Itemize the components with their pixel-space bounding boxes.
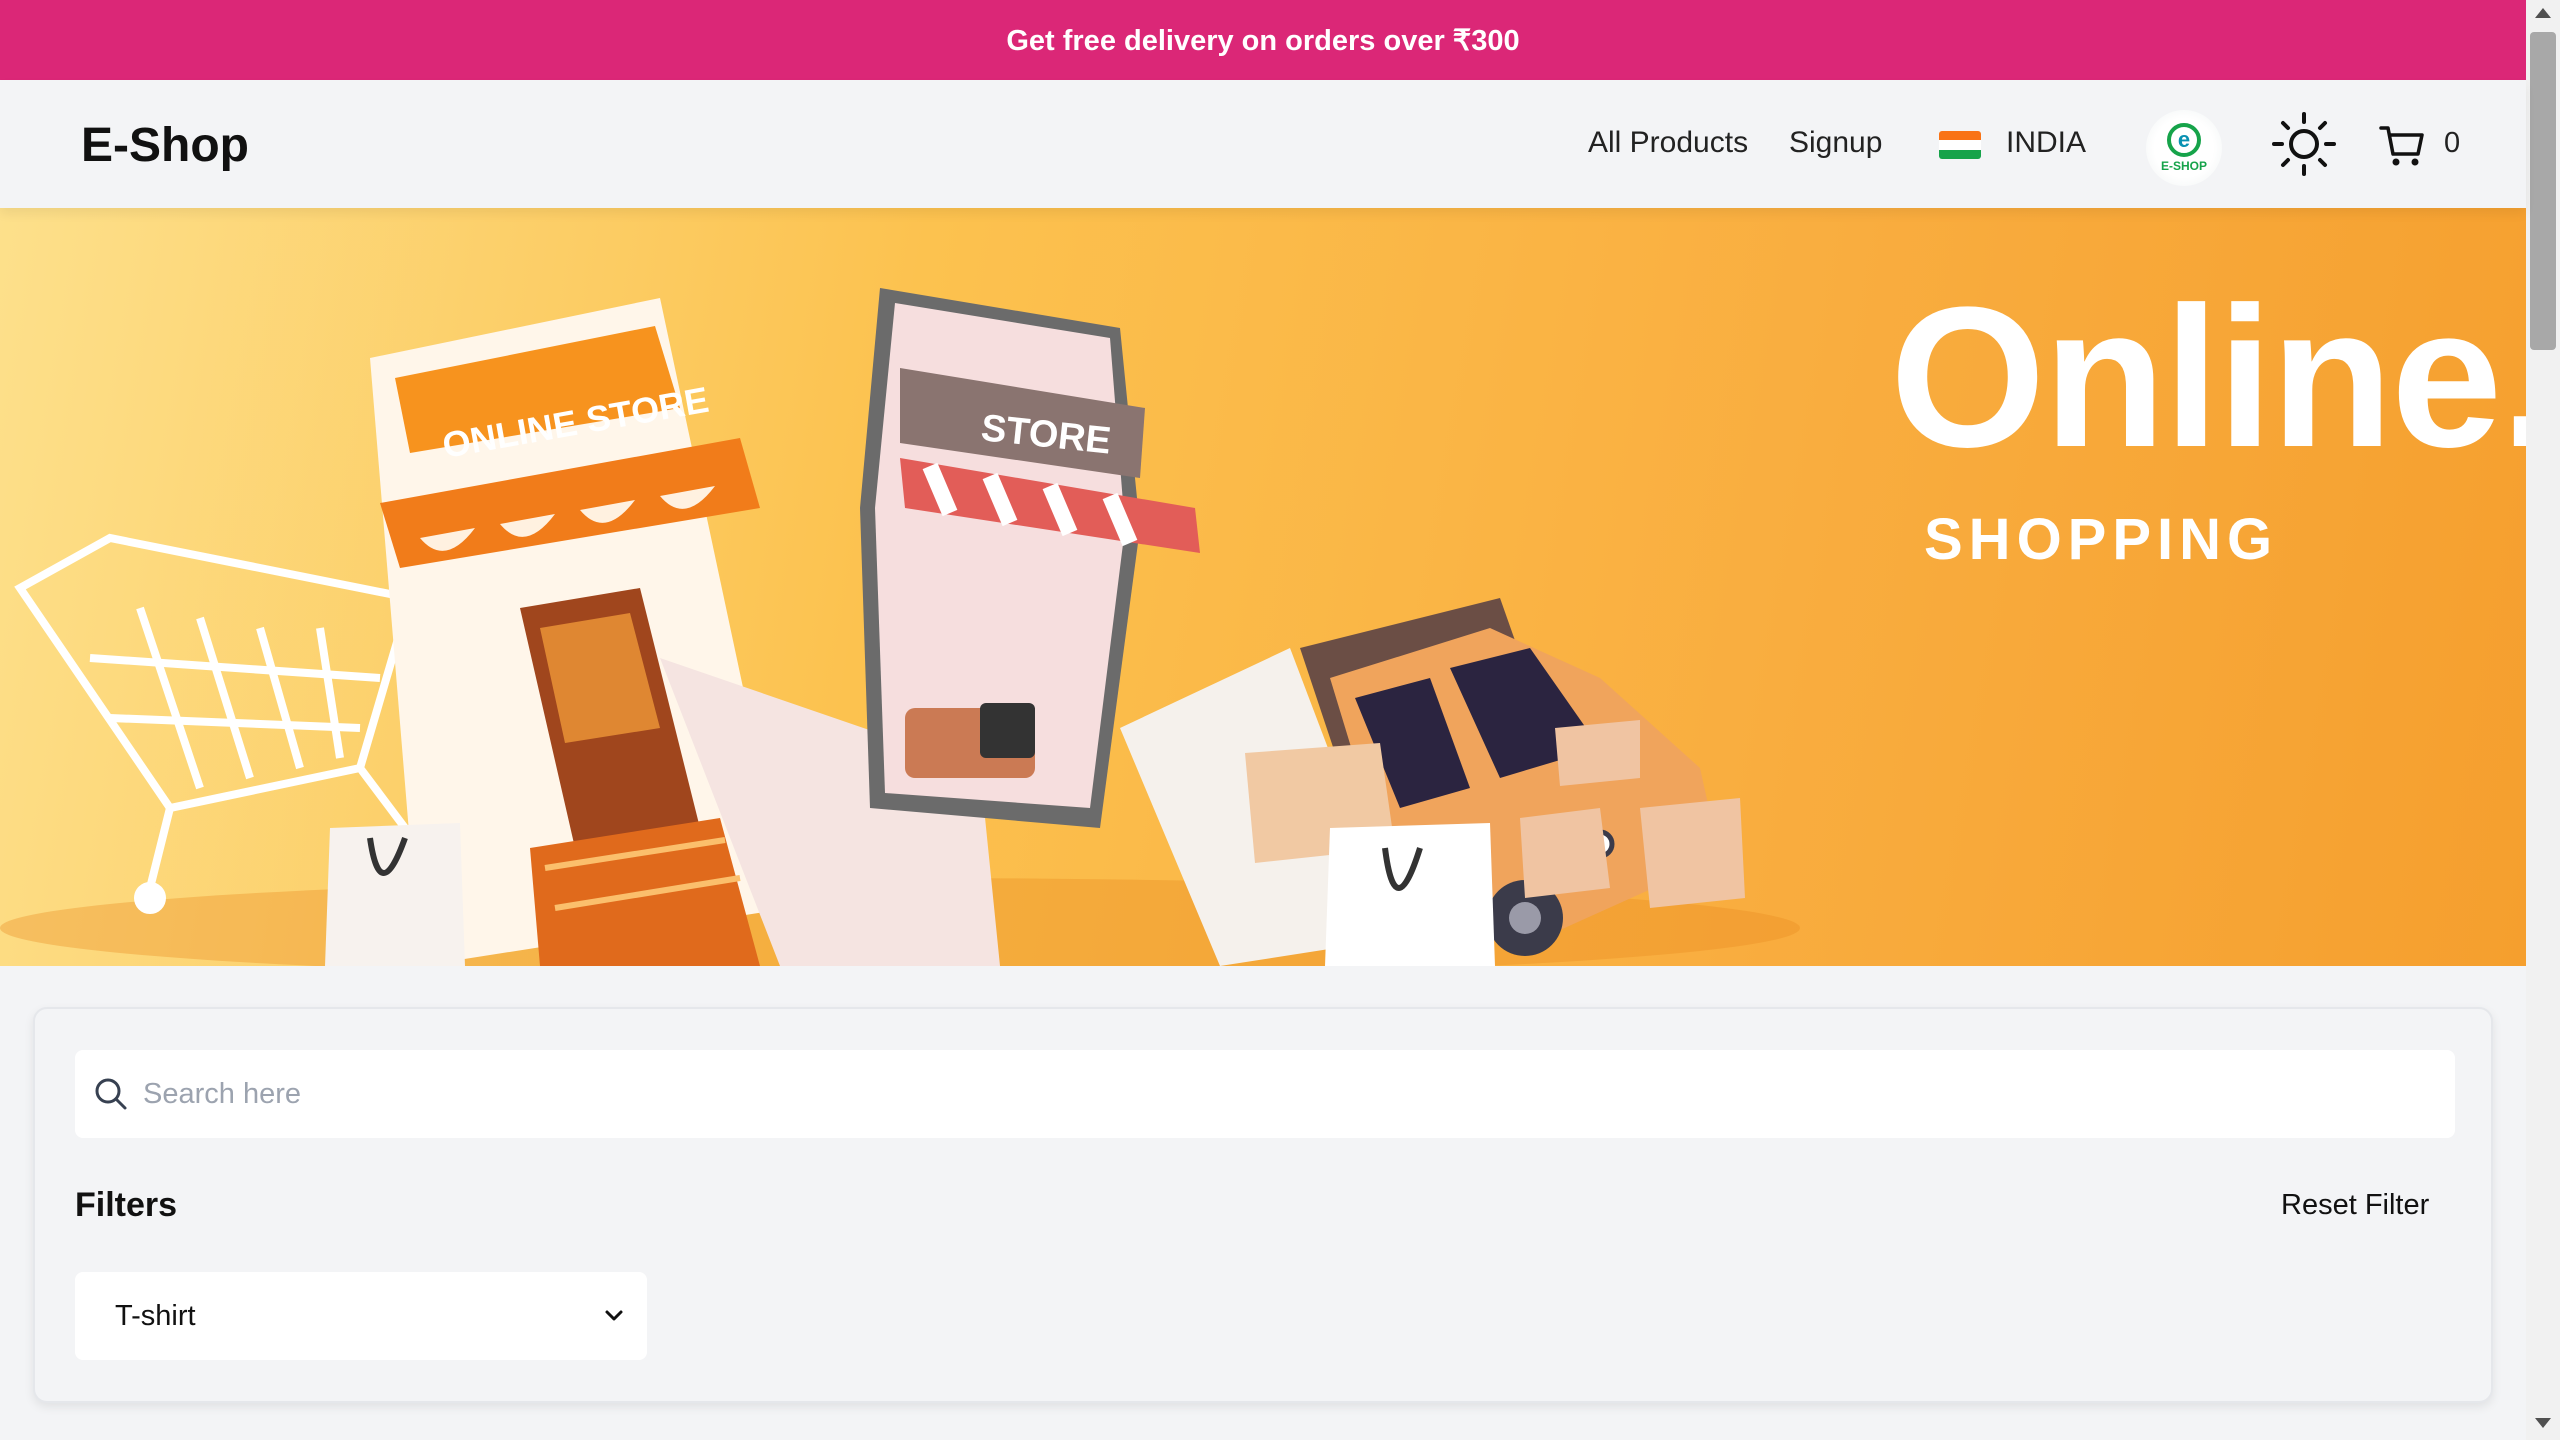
scroll-thumb[interactable] xyxy=(2530,32,2556,350)
category-select[interactable]: T-shirt xyxy=(75,1272,647,1360)
scroll-up-arrow-icon[interactable] xyxy=(2535,8,2551,18)
sun-icon[interactable] xyxy=(2270,110,2338,178)
scroll-down-arrow-icon[interactable] xyxy=(2535,1418,2551,1428)
hero-banner: ONLINE STORE STORE Online. SHOPPING xyxy=(0,208,2526,966)
filters-heading: Filters xyxy=(75,1186,178,1224)
search-icon xyxy=(95,1078,127,1110)
badge-letter: e xyxy=(2167,123,2201,157)
category-selected-value: T-shirt xyxy=(115,1300,196,1332)
cart-count[interactable]: 0 xyxy=(2444,127,2460,160)
country-selector[interactable]: INDIA xyxy=(2006,126,2086,160)
nav-all-products[interactable]: All Products xyxy=(1588,126,1748,160)
page-scrollbar[interactable] xyxy=(2526,0,2560,1440)
eshop-badge-icon[interactable]: e E-SHOP xyxy=(2146,110,2222,186)
india-flag-icon[interactable] xyxy=(1939,131,1981,159)
cart-icon[interactable] xyxy=(2378,122,2426,170)
nav-signup[interactable]: Signup xyxy=(1789,126,1882,160)
search-input[interactable] xyxy=(143,1050,2433,1138)
promo-text: Get free delivery on orders over ₹300 xyxy=(1006,24,1520,57)
search-box[interactable] xyxy=(75,1050,2455,1138)
site-header: E-Shop All Products Signup INDIA e E-SHO… xyxy=(0,80,2526,208)
badge-text: E-SHOP xyxy=(2160,159,2207,173)
hero-subtitle: SHOPPING xyxy=(1924,507,2279,572)
reset-filter-button[interactable]: Reset Filter xyxy=(2281,1189,2429,1222)
site-logo[interactable]: E-Shop xyxy=(81,118,249,173)
promo-banner: Get free delivery on orders over ₹300 xyxy=(0,0,2526,80)
hero-title: Online. xyxy=(1890,266,2526,489)
filter-panel: Filters Reset Filter T-shirt xyxy=(33,1007,2493,1403)
chevron-down-icon xyxy=(605,1310,623,1321)
